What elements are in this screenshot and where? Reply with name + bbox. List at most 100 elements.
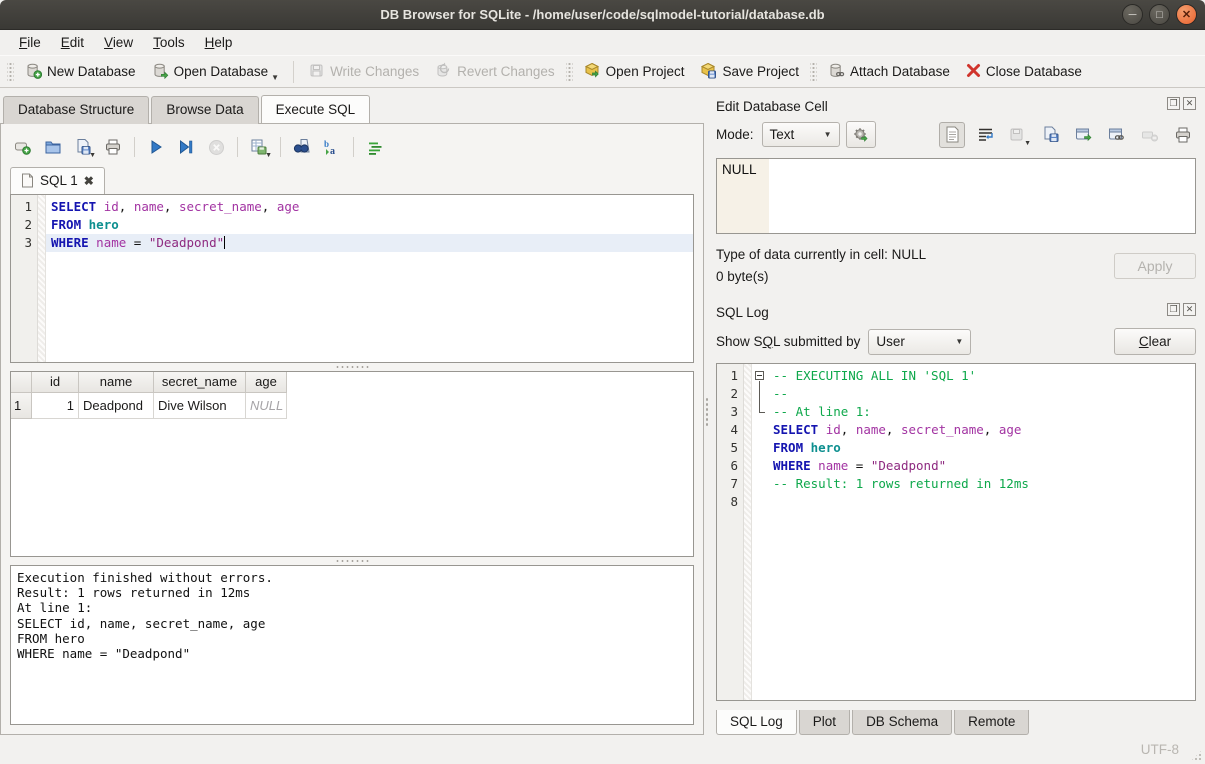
tab-plot[interactable]: Plot xyxy=(799,710,850,735)
save-project-button[interactable]: Save Project xyxy=(692,58,807,86)
resize-grip-icon[interactable] xyxy=(1190,749,1203,762)
mode-select[interactable]: Text▼ xyxy=(762,122,840,147)
binoculars-icon xyxy=(293,138,311,156)
toolbar-drag-handle[interactable] xyxy=(566,61,573,83)
auto-switch-mode-button[interactable] xyxy=(846,121,876,148)
clear-log-button[interactable]: Clear xyxy=(1114,328,1196,355)
menu-view[interactable]: View xyxy=(95,32,142,53)
auto-format-button[interactable]: ba xyxy=(319,134,345,160)
menu-file[interactable]: File xyxy=(10,32,50,53)
execute-sql-pane: ▼ ▼ ba SQL 1 ✖ xyxy=(0,123,704,735)
log-fold-markers[interactable] xyxy=(752,364,768,700)
link-icon xyxy=(1108,127,1126,143)
comment-lines-icon xyxy=(367,139,384,156)
status-bar: UTF-8 xyxy=(0,735,1205,764)
svg-text:a: a xyxy=(330,146,335,156)
open-database-button[interactable]: Open Database ▼ xyxy=(144,58,288,86)
editor-code-area[interactable]: SELECT id, name, secret_name, ageFROM he… xyxy=(46,195,693,362)
editor-fold-margin xyxy=(38,195,46,362)
execution-message: Execution finished without errors. Resul… xyxy=(10,565,694,725)
log-line-numbers: 12345678 xyxy=(717,364,744,700)
menu-help[interactable]: Help xyxy=(196,32,242,53)
cell-value-text: NULL xyxy=(717,159,757,177)
results-header-id[interactable]: id xyxy=(32,372,79,393)
sql-log-view[interactable]: 12345678 -- EXECUTING ALL IN 'SQL 1'----… xyxy=(716,363,1196,701)
menu-bar: File Edit View Tools Help xyxy=(0,30,1205,55)
text-document-icon xyxy=(945,126,960,143)
play-to-line-icon xyxy=(178,139,194,155)
sql-editor[interactable]: 123 SELECT id, name, secret_name, ageFRO… xyxy=(10,194,694,363)
maximize-button[interactable]: □ xyxy=(1149,4,1170,25)
cell-age[interactable]: NULL xyxy=(246,393,287,419)
open-project-button[interactable]: Open Project xyxy=(576,58,693,86)
close-dock-icon[interactable]: ✕ xyxy=(1183,97,1196,110)
editor-results-splitter[interactable] xyxy=(10,363,694,371)
execute-all-button[interactable] xyxy=(143,134,169,160)
menu-tools[interactable]: Tools xyxy=(144,32,194,53)
results-header-secret-name[interactable]: secret_name xyxy=(154,372,246,393)
close-database-button[interactable]: Close Database xyxy=(958,59,1090,85)
float-dock-icon[interactable]: ❐ xyxy=(1167,97,1180,110)
tab-execute-sql[interactable]: Execute SQL xyxy=(261,95,371,123)
print-sql-button[interactable] xyxy=(100,134,126,160)
close-sql-tab-icon[interactable]: ✖ xyxy=(84,174,94,188)
results-header-age[interactable]: age xyxy=(246,372,287,393)
open-database-dropdown-caret[interactable]: ▼ xyxy=(271,73,279,82)
tab-browse-data[interactable]: Browse Data xyxy=(151,96,258,124)
stop-icon xyxy=(208,139,225,156)
print-cell-button[interactable] xyxy=(1170,122,1196,148)
write-changes-icon xyxy=(308,62,325,82)
attach-database-button[interactable]: Attach Database xyxy=(820,58,958,86)
new-database-button[interactable]: New Database xyxy=(17,58,144,86)
tab-sql-log[interactable]: SQL Log xyxy=(716,710,797,735)
results-header-name[interactable]: name xyxy=(79,372,154,393)
execute-line-button[interactable] xyxy=(173,134,199,160)
link-cell-button[interactable] xyxy=(1104,122,1130,148)
save-sql-file-button[interactable]: ▼ xyxy=(70,134,96,160)
save-results-button[interactable]: ▼ xyxy=(246,134,272,160)
results-grid[interactable]: id name secret_name age 1 1 Deadpond Div… xyxy=(10,371,694,557)
open-project-icon xyxy=(584,62,601,82)
table-row[interactable]: 1 1 Deadpond Dive Wilson NULL xyxy=(11,393,693,419)
cell-secret-name[interactable]: Dive Wilson xyxy=(154,393,246,419)
word-wrap-button[interactable] xyxy=(972,122,998,148)
tab-database-structure[interactable]: Database Structure xyxy=(3,96,149,124)
export-data-button[interactable] xyxy=(1038,122,1064,148)
text-mode-button[interactable] xyxy=(939,122,965,148)
new-sql-tab-button[interactable] xyxy=(10,134,36,160)
results-message-splitter[interactable] xyxy=(10,557,694,565)
minimize-button[interactable]: ─ xyxy=(1122,4,1143,25)
toolbar-drag-handle[interactable] xyxy=(7,61,14,83)
save-project-icon xyxy=(700,62,717,82)
print-icon xyxy=(104,138,122,156)
revert-changes-button: Revert Changes xyxy=(427,58,563,86)
left-panel: Database Structure Browse Data Execute S… xyxy=(0,88,704,735)
close-button[interactable]: ✕ xyxy=(1176,4,1197,25)
close-dock-icon[interactable]: ✕ xyxy=(1183,303,1196,316)
revert-changes-icon xyxy=(435,62,452,82)
menu-edit[interactable]: Edit xyxy=(52,32,93,53)
play-icon xyxy=(148,139,164,155)
cell-name[interactable]: Deadpond xyxy=(79,393,154,419)
open-database-icon xyxy=(152,62,169,82)
stop-execution-button xyxy=(203,134,229,160)
cell-id[interactable]: 1 xyxy=(32,393,79,419)
toggle-comment-button[interactable] xyxy=(362,134,388,160)
tab-db-schema[interactable]: DB Schema xyxy=(852,710,952,735)
format-letters-icon: ba xyxy=(323,138,341,156)
title-bar[interactable]: DB Browser for SQLite - /home/user/code/… xyxy=(0,0,1205,30)
sql-log-filter-select[interactable]: User▼ xyxy=(868,329,971,355)
float-dock-icon[interactable]: ❐ xyxy=(1167,303,1180,316)
sql-file-tab[interactable]: SQL 1 ✖ xyxy=(10,167,105,194)
encoding-indicator[interactable]: UTF-8 xyxy=(1141,742,1179,757)
chevron-down-icon: ▼ xyxy=(824,130,832,139)
attach-database-icon xyxy=(828,62,845,82)
cell-value-editor[interactable]: NULL xyxy=(716,158,1196,234)
open-sql-file-button[interactable] xyxy=(40,134,66,160)
open-in-external-button[interactable] xyxy=(1071,122,1097,148)
toolbar-drag-handle[interactable] xyxy=(810,61,817,83)
find-button[interactable] xyxy=(289,134,315,160)
tab-remote[interactable]: Remote xyxy=(954,710,1029,735)
cell-type-info: Type of data currently in cell: NULL xyxy=(716,244,926,266)
main-tab-bar: Database Structure Browse Data Execute S… xyxy=(0,95,704,123)
